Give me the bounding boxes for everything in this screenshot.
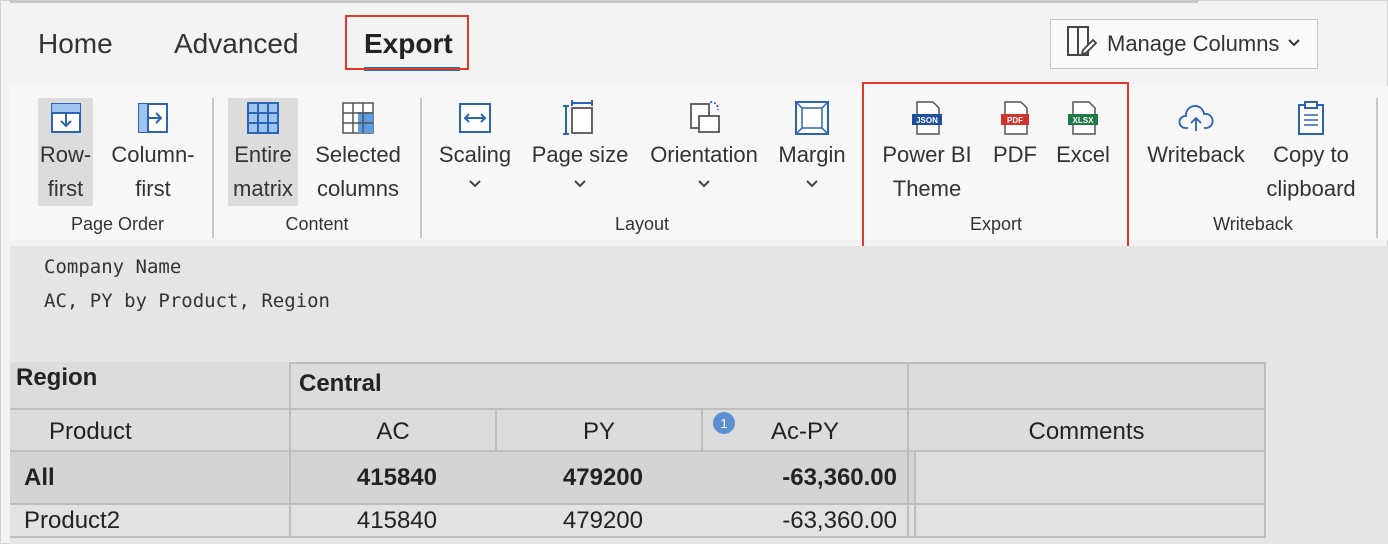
table-cell-ac: 415840 [356, 507, 437, 534]
chevron-down-icon [776, 172, 848, 198]
writeback-button[interactable]: Writeback [1144, 98, 1248, 206]
json-tag: JSON [916, 116, 938, 125]
table-row-product: All [24, 464, 55, 491]
ribbon-separator [212, 98, 214, 238]
copy-to-clipboard-button[interactable]: Copy to clipboard [1262, 98, 1360, 206]
table-cell-ac-py: -63,360.00 [782, 464, 897, 491]
grid-icon [228, 98, 298, 138]
ribbon-separator [1376, 98, 1378, 238]
column-header-ac[interactable]: AC [291, 414, 495, 450]
grid-line [1264, 362, 1266, 538]
group-label-content: Content [285, 214, 349, 234]
table-cell-comments[interactable] [916, 458, 1262, 498]
selected-columns-icon [312, 98, 404, 138]
export-tab-highlight [345, 15, 469, 70]
clipboard-icon [1262, 98, 1360, 138]
report-subtitle: AC, PY by Product, Region [44, 290, 330, 312]
chevron-down-icon [436, 172, 514, 198]
notification-badge[interactable]: 1 [713, 412, 735, 434]
column-first-button[interactable]: Column- first [108, 98, 198, 206]
row-first-button[interactable]: Row- first [38, 98, 93, 206]
region-value: Central [299, 370, 382, 397]
report-company-name: Company Name [44, 256, 182, 278]
margin-icon [776, 98, 848, 138]
tab-advanced[interactable]: Advanced [174, 28, 299, 60]
chevron-down-icon [646, 172, 762, 198]
orientation-dropdown[interactable]: Orientation [646, 98, 762, 206]
json-file-icon: JSON [878, 98, 976, 138]
manage-columns-icon [1065, 24, 1099, 64]
powerbi-theme-button[interactable]: JSON Power BI Theme [878, 98, 976, 206]
page-size-dropdown[interactable]: Page size [528, 98, 632, 206]
selected-columns-button[interactable]: Selected columns [312, 98, 404, 206]
region-label: Region [16, 364, 98, 391]
xlsx-tag: XLSX [1073, 116, 1095, 125]
xlsx-file-icon: XLSX [1052, 98, 1114, 138]
scaling-icon [436, 98, 514, 138]
entire-matrix-button[interactable]: Entire matrix [228, 98, 298, 206]
manage-columns-label: Manage Columns [1107, 31, 1280, 56]
page-size-icon [528, 98, 632, 138]
group-label-page-order: Page Order [70, 214, 165, 234]
grid-line [10, 408, 1265, 410]
ribbon-separator [420, 98, 422, 238]
pdf-file-icon: PDF [988, 98, 1042, 138]
group-label-layout: Layout [614, 214, 670, 234]
table-cell-ac: 415840 [356, 464, 437, 491]
product-label: Product [49, 418, 132, 445]
table-cell-comments[interactable] [916, 505, 1262, 537]
table-cell-py: 479200 [562, 507, 643, 534]
cloud-upload-icon [1144, 98, 1248, 138]
top-border [10, 0, 1178, 3]
chevron-down-icon [1287, 35, 1301, 53]
table-row-product: Product2 [24, 507, 121, 534]
manage-columns-button[interactable]: Manage Columns [1050, 19, 1318, 69]
tab-home[interactable]: Home [38, 28, 113, 60]
column-first-icon [108, 98, 198, 138]
pdf-tag: PDF [1007, 116, 1023, 125]
table-cell-ac-py: -63,360.00 [782, 507, 897, 534]
scaling-dropdown[interactable]: Scaling [436, 98, 514, 206]
group-label-writeback: Writeback [1213, 214, 1293, 234]
column-header-py[interactable]: PY [497, 414, 701, 450]
column-header-comments[interactable]: Comments [909, 414, 1264, 450]
grid-line [907, 362, 909, 538]
margin-dropdown[interactable]: Margin [776, 98, 848, 206]
group-label-export: Export [969, 214, 1023, 234]
row-first-icon [38, 98, 93, 138]
table-cell-py: 479200 [562, 464, 643, 491]
excel-button[interactable]: XLSX Excel [1052, 98, 1114, 206]
chevron-down-icon [528, 172, 632, 198]
top-corner [1176, 0, 1198, 3]
grid-line [10, 450, 1265, 452]
orientation-icon [646, 98, 762, 138]
grid-line [290, 362, 1265, 364]
pdf-button[interactable]: PDF PDF [988, 98, 1042, 206]
